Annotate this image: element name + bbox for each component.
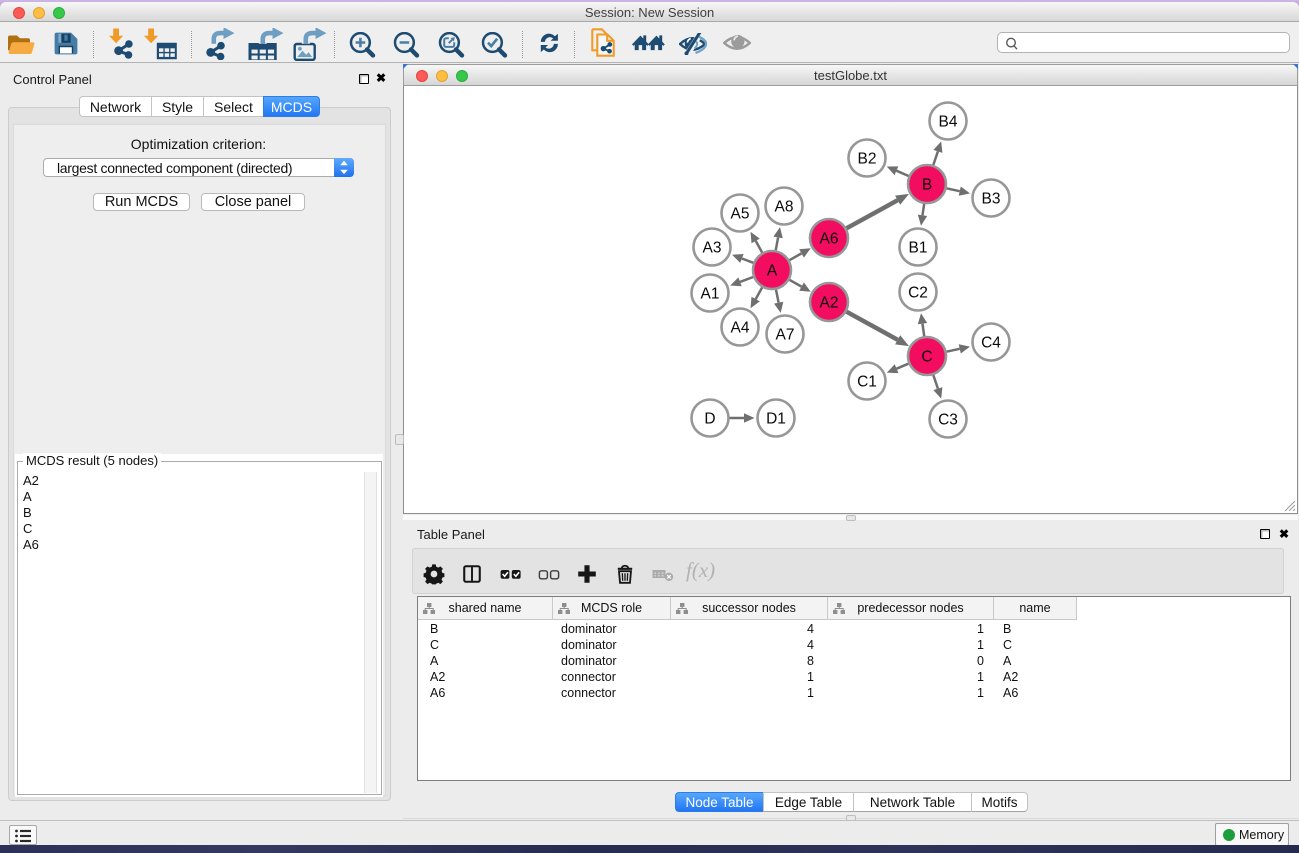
svg-text:A8: A8 bbox=[775, 199, 794, 216]
svg-text:C: C bbox=[921, 349, 932, 366]
svg-text:A5: A5 bbox=[731, 206, 750, 223]
svg-text:A1: A1 bbox=[701, 286, 720, 303]
svg-text:A3: A3 bbox=[703, 240, 722, 257]
svg-text:A2: A2 bbox=[820, 295, 839, 312]
svg-text:A4: A4 bbox=[731, 320, 750, 337]
svg-text:C4: C4 bbox=[981, 335, 1001, 352]
svg-text:A6: A6 bbox=[820, 231, 839, 248]
svg-text:A7: A7 bbox=[776, 327, 795, 344]
svg-text:C1: C1 bbox=[857, 374, 877, 391]
svg-text:B3: B3 bbox=[982, 191, 1001, 208]
svg-text:D1: D1 bbox=[766, 411, 786, 428]
svg-text:D: D bbox=[704, 411, 715, 428]
svg-text:C2: C2 bbox=[908, 285, 928, 302]
svg-text:B2: B2 bbox=[858, 151, 877, 168]
svg-text:B: B bbox=[922, 177, 932, 194]
svg-text:A: A bbox=[767, 263, 778, 280]
svg-text:C3: C3 bbox=[938, 412, 958, 429]
svg-text:B1: B1 bbox=[909, 240, 928, 257]
svg-text:B4: B4 bbox=[939, 114, 958, 131]
